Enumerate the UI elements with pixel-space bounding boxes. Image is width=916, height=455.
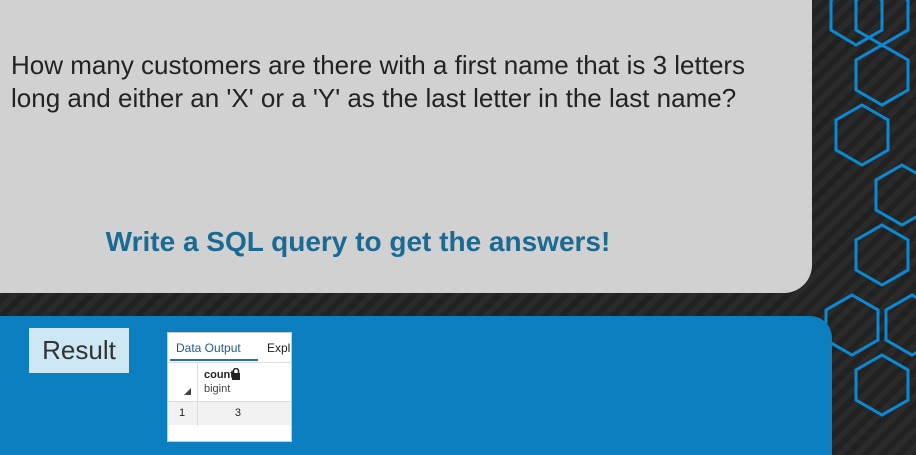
- tab-explain[interactable]: Expl: [267, 341, 290, 355]
- column-header-count[interactable]: count bigint: [197, 363, 292, 401]
- row-number: 1: [179, 407, 186, 419]
- row-value[interactable]: 3: [198, 407, 241, 419]
- question-card: How many customers are there with a firs…: [0, 0, 812, 293]
- tab-data-output[interactable]: Data Output: [176, 341, 241, 355]
- cta-text: Write a SQL query to get the answers!: [105, 226, 611, 257]
- table-row: 1 3: [168, 401, 291, 426]
- question-text: How many customers are there with a firs…: [11, 50, 746, 113]
- result-label: Result: [29, 328, 129, 373]
- column-type: bigint: [204, 383, 231, 395]
- sort-icon[interactable]: [184, 388, 191, 395]
- lock-icon: [232, 368, 240, 380]
- tab-bar: Data Output Expl: [168, 333, 291, 363]
- column-name: count: [204, 369, 234, 381]
- data-output-panel: Data Output Expl count bigint 1 3: [167, 332, 292, 442]
- active-tab-indicator: [170, 359, 258, 361]
